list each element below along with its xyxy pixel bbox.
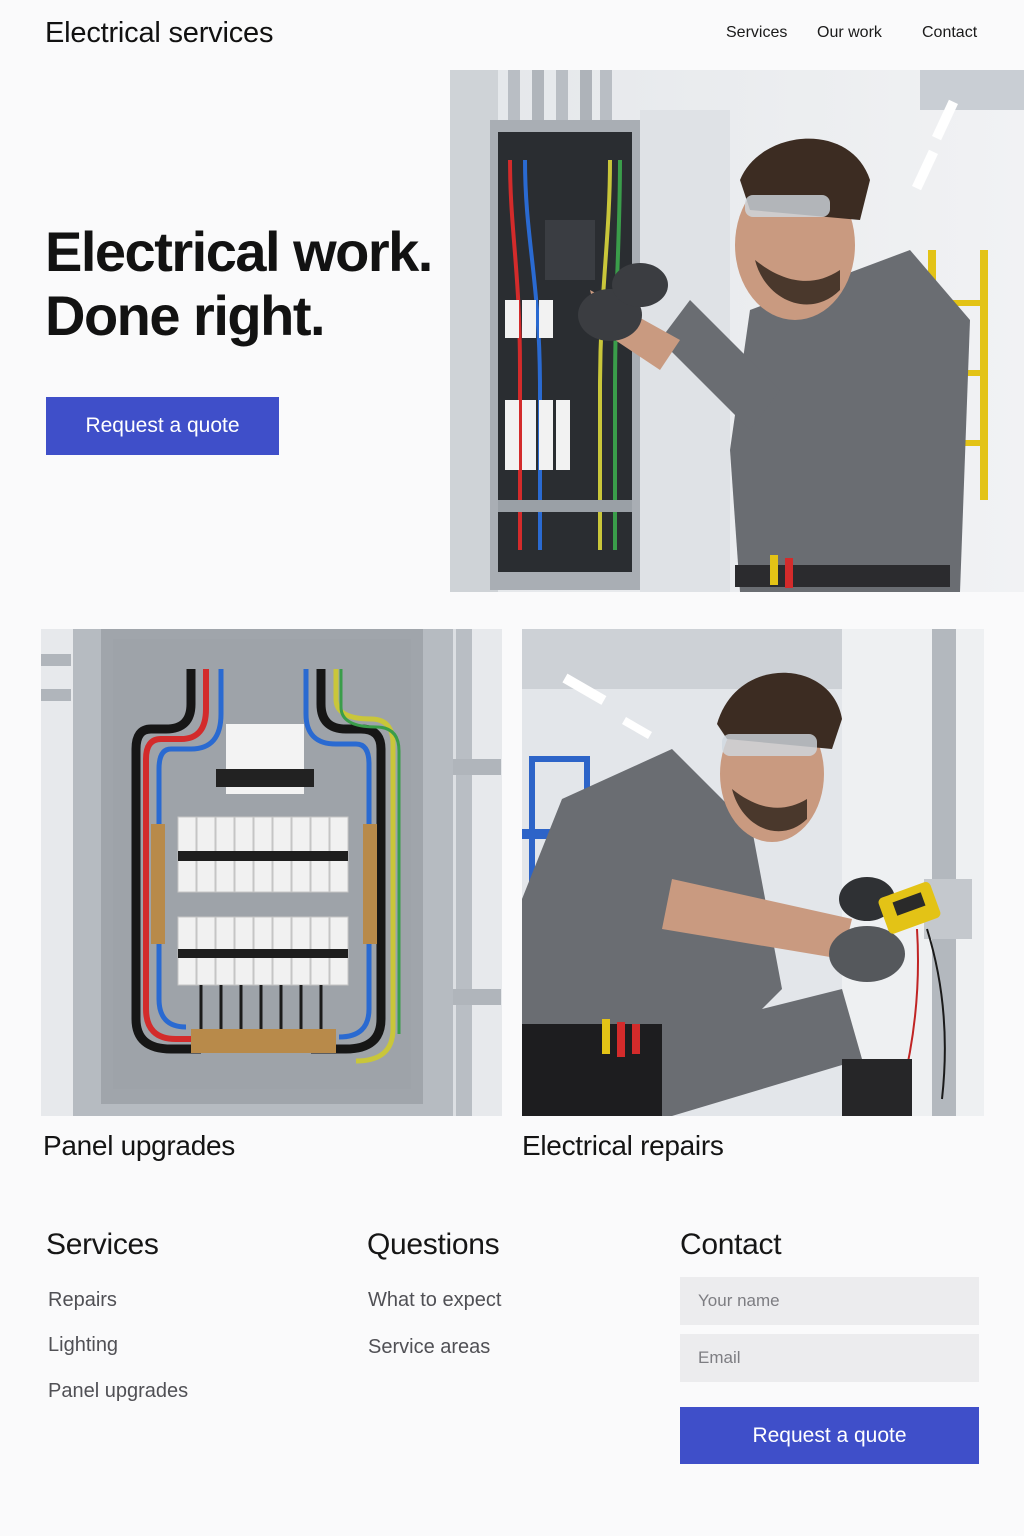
- hero-heading: Electrical work. Done right.: [45, 220, 433, 348]
- footer-link-lighting[interactable]: Lighting: [48, 1334, 118, 1357]
- footer-services-heading: Services: [46, 1228, 159, 1261]
- footer-link-what-to-expect[interactable]: What to expect: [368, 1289, 501, 1312]
- footer-link-repairs[interactable]: Repairs: [48, 1289, 117, 1312]
- electrician-panel-illustration: [450, 70, 1024, 592]
- name-field[interactable]: [680, 1277, 979, 1325]
- hero-electrician-photo: [450, 70, 1024, 592]
- technician-multimeter-illustration: [522, 629, 984, 1116]
- site-header: Electrical services Services Our work Co…: [0, 0, 1024, 70]
- panel-upgrades-photo[interactable]: [41, 629, 502, 1116]
- footer-link-panel-upgrades[interactable]: Panel upgrades: [48, 1380, 188, 1403]
- hero-heading-line-1: Electrical work.: [45, 220, 433, 283]
- footer-questions-heading: Questions: [367, 1228, 500, 1261]
- site-title[interactable]: Electrical services: [45, 17, 273, 50]
- electrical-panel-illustration: [41, 629, 502, 1116]
- card-title-panel-upgrades[interactable]: Panel upgrades: [43, 1130, 235, 1162]
- hero-heading-line-2: Done right.: [45, 284, 326, 347]
- electrical-repairs-photo[interactable]: [522, 629, 984, 1116]
- hero-request-quote-button[interactable]: Request a quote: [46, 397, 279, 455]
- footer-contact-heading: Contact: [680, 1228, 782, 1261]
- nav-link-contact[interactable]: Contact: [922, 24, 977, 42]
- nav-link-our-work[interactable]: Our work: [817, 24, 882, 42]
- email-field[interactable]: [680, 1334, 979, 1382]
- card-title-electrical-repairs[interactable]: Electrical repairs: [522, 1130, 724, 1162]
- footer-link-service-areas[interactable]: Service areas: [368, 1336, 490, 1359]
- footer-request-quote-button[interactable]: Request a quote: [680, 1407, 979, 1464]
- nav-link-services[interactable]: Services: [726, 24, 787, 42]
